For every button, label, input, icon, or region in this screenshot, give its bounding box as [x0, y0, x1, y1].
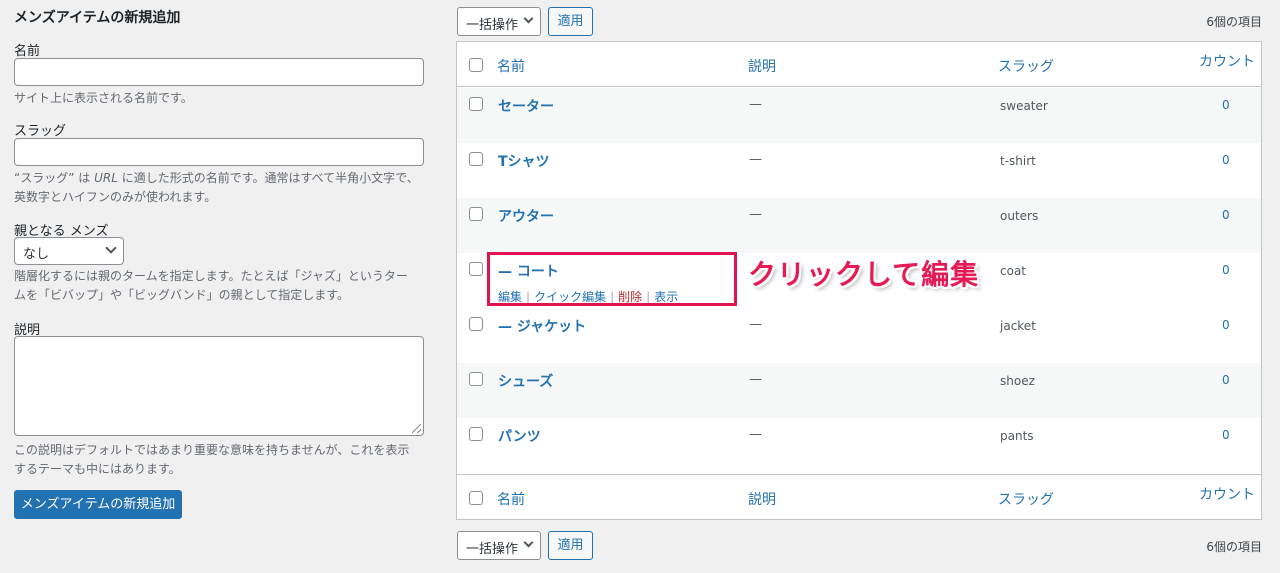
term-count-link[interactable]: 0 — [1222, 263, 1230, 277]
term-name-link[interactable]: — ジャケット — [498, 316, 586, 336]
apply-button-top[interactable]: 適用 — [548, 7, 593, 36]
table-row: セーター — sweater 0 — [457, 88, 1261, 143]
table-row: Tシャツ — t-shirt 0 — [457, 143, 1261, 198]
description-desc-line1: この説明はデフォルトではあまり重要な意味を持ちませんが、これを表示 — [14, 443, 410, 457]
add-new-term-button[interactable]: メンズアイテムの新規追加 — [14, 490, 182, 519]
column-description-bottom: 説明 — [748, 492, 776, 508]
name-description: サイト上に表示される名前です。 — [14, 91, 193, 105]
term-slug: outers — [1000, 209, 1039, 223]
term-count-link[interactable]: 0 — [1222, 318, 1230, 332]
description-desc-line2: するテーマも中にはあります。 — [14, 462, 181, 476]
term-slug: sweater — [1000, 99, 1048, 113]
table-header: 名前 説明 スラッグ カウント — [457, 42, 1261, 87]
term-description: — — [749, 427, 762, 442]
bulk-action-label-bottom: 一括操作 — [466, 542, 519, 557]
slug-desc-text-a: “スラッグ” は — [14, 171, 95, 185]
description-textarea[interactable] — [14, 336, 424, 436]
chevron-down-icon — [523, 13, 534, 24]
term-description: — — [749, 317, 762, 332]
term-slug: shoez — [1000, 374, 1035, 388]
row-checkbox[interactable] — [469, 427, 483, 441]
term-slug: jacket — [1000, 319, 1036, 333]
term-slug: coat — [1000, 264, 1026, 278]
bulk-action-select-top[interactable]: 一括操作 — [457, 7, 541, 36]
row-checkbox[interactable] — [469, 207, 483, 221]
term-name-link[interactable]: アウター — [498, 206, 554, 226]
column-slug[interactable]: スラッグ — [998, 56, 1054, 76]
slug-description: “スラッグ” は URL に適した形式の名前です。通常はすべて半角小文字で、 英… — [14, 169, 424, 207]
select-all-checkbox-bottom[interactable] — [469, 491, 483, 505]
table-row: シューズ — shoez 0 — [457, 363, 1261, 418]
term-count-link[interactable]: 0 — [1222, 428, 1230, 442]
term-name-link[interactable]: セーター — [498, 96, 554, 116]
term-count-link[interactable]: 0 — [1222, 208, 1230, 222]
row-checkbox[interactable] — [469, 372, 483, 386]
resize-handle-icon[interactable] — [412, 424, 421, 433]
item-count-top: 6個の項目 — [1206, 15, 1262, 29]
slug-label: スラッグ — [14, 124, 67, 139]
apply-button-bottom[interactable]: 適用 — [548, 531, 593, 560]
column-description: 説明 — [748, 59, 776, 75]
bulk-action-label: 一括操作 — [466, 18, 519, 33]
form-title: メンズアイテムの新規追加 — [14, 10, 181, 26]
table-footer: 名前 説明 スラッグ カウント — [457, 474, 1261, 519]
term-name-link[interactable]: パンツ — [498, 426, 541, 446]
table-row: — ジャケット — jacket 0 — [457, 308, 1261, 363]
bulk-action-select-bottom[interactable]: 一括操作 — [457, 531, 541, 560]
row-checkbox[interactable] — [469, 262, 483, 276]
term-description: — — [749, 152, 762, 167]
name-field[interactable] — [14, 58, 424, 86]
term-description: — — [749, 207, 762, 222]
row-checkbox[interactable] — [469, 97, 483, 111]
parent-desc-line1: 階層化するには親のタームを指定します。たとえば「ジャズ」というター — [14, 269, 408, 283]
slug-desc-url: URL — [94, 171, 118, 185]
slug-desc-text-c: に適した形式の名前です。通常はすべて半角小文字で、 — [117, 171, 419, 185]
row-checkbox[interactable] — [469, 317, 483, 331]
chevron-down-icon — [105, 242, 117, 254]
parent-desc-line2: ムを「ビバップ」や「ビッグバンド」の親として指定します。 — [14, 288, 350, 302]
parent-select[interactable]: なし — [14, 237, 124, 265]
column-slug-bottom[interactable]: スラッグ — [998, 489, 1054, 509]
term-name-link[interactable]: シューズ — [498, 371, 553, 391]
select-all-checkbox[interactable] — [469, 58, 483, 72]
term-name-link[interactable]: Tシャツ — [498, 151, 550, 171]
parent-description: 階層化するには親のタームを指定します。たとえば「ジャズ」というター ムを「ビバッ… — [14, 267, 424, 305]
term-description: — — [749, 372, 762, 387]
column-count[interactable]: カウント — [1199, 51, 1255, 71]
item-count-bottom: 6個の項目 — [1206, 540, 1262, 554]
callout-text: クリックして編集 — [748, 258, 980, 291]
parent-select-value: なし — [23, 247, 50, 262]
highlight-box — [487, 252, 737, 306]
table-row: アウター — outers 0 — [457, 198, 1261, 253]
description-help: この説明はデフォルトではあまり重要な意味を持ちませんが、これを表示 するテーマも… — [14, 441, 424, 479]
slug-desc-line2: 英数字とハイフンのみが使われます。 — [14, 190, 217, 204]
table-row: パンツ — pants 0 — [457, 418, 1261, 473]
term-description: — — [749, 97, 762, 112]
term-count-link[interactable]: 0 — [1222, 373, 1230, 387]
chevron-down-icon — [523, 537, 534, 548]
term-count-link[interactable]: 0 — [1222, 153, 1230, 167]
column-count-bottom[interactable]: カウント — [1199, 484, 1255, 504]
term-count-link[interactable]: 0 — [1222, 98, 1230, 112]
column-name-bottom[interactable]: 名前 — [497, 489, 525, 509]
slug-field[interactable] — [14, 138, 424, 166]
name-label: 名前 — [14, 44, 41, 59]
column-name[interactable]: 名前 — [497, 56, 525, 76]
row-checkbox[interactable] — [469, 152, 483, 166]
term-slug: t-shirt — [1000, 154, 1036, 168]
term-slug: pants — [1000, 429, 1034, 443]
